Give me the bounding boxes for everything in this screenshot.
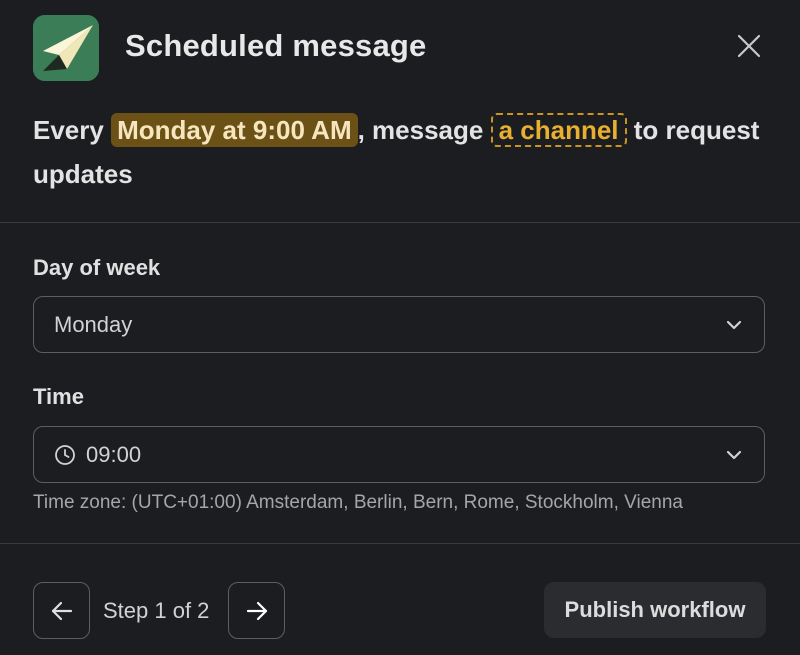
time-select[interactable]: 09:00	[33, 426, 765, 483]
modal-header: Scheduled message	[0, 0, 800, 100]
step-indicator: Step 1 of 2	[103, 598, 210, 623]
chevron-down-icon	[726, 450, 742, 459]
time-value: 09:00	[86, 441, 142, 467]
close-icon	[737, 34, 761, 58]
previous-step-button[interactable]	[33, 582, 90, 639]
channel-token[interactable]: a channel	[490, 113, 627, 147]
paper-plane-icon	[33, 15, 99, 81]
publish-workflow-button[interactable]: Publish workflow	[544, 582, 766, 638]
summary-middle: , message	[357, 115, 484, 145]
day-of-week-label: Day of week	[33, 255, 161, 280]
modal-title: Scheduled message	[125, 28, 427, 63]
clock-icon	[54, 444, 76, 466]
scheduled-message-modal: Scheduled message Every Monday at 9:00 A…	[0, 0, 800, 655]
workflow-summary: Every Monday at 9:00 AM, message a chann…	[33, 108, 773, 196]
close-button[interactable]	[728, 25, 770, 67]
divider	[0, 222, 800, 223]
timezone-hint: Time zone: (UTC+01:00) Amsterdam, Berlin…	[33, 492, 683, 513]
arrow-left-icon	[51, 601, 72, 620]
schedule-token[interactable]: Monday at 9:00 AM	[111, 113, 358, 147]
day-of-week-select[interactable]: Monday	[33, 296, 765, 353]
chevron-down-icon	[726, 320, 742, 329]
divider	[0, 543, 800, 544]
arrow-right-icon	[246, 601, 267, 620]
next-step-button[interactable]	[228, 582, 285, 639]
summary-prefix: Every	[33, 115, 104, 145]
time-label: Time	[33, 384, 84, 409]
day-of-week-value: Monday	[54, 311, 133, 337]
